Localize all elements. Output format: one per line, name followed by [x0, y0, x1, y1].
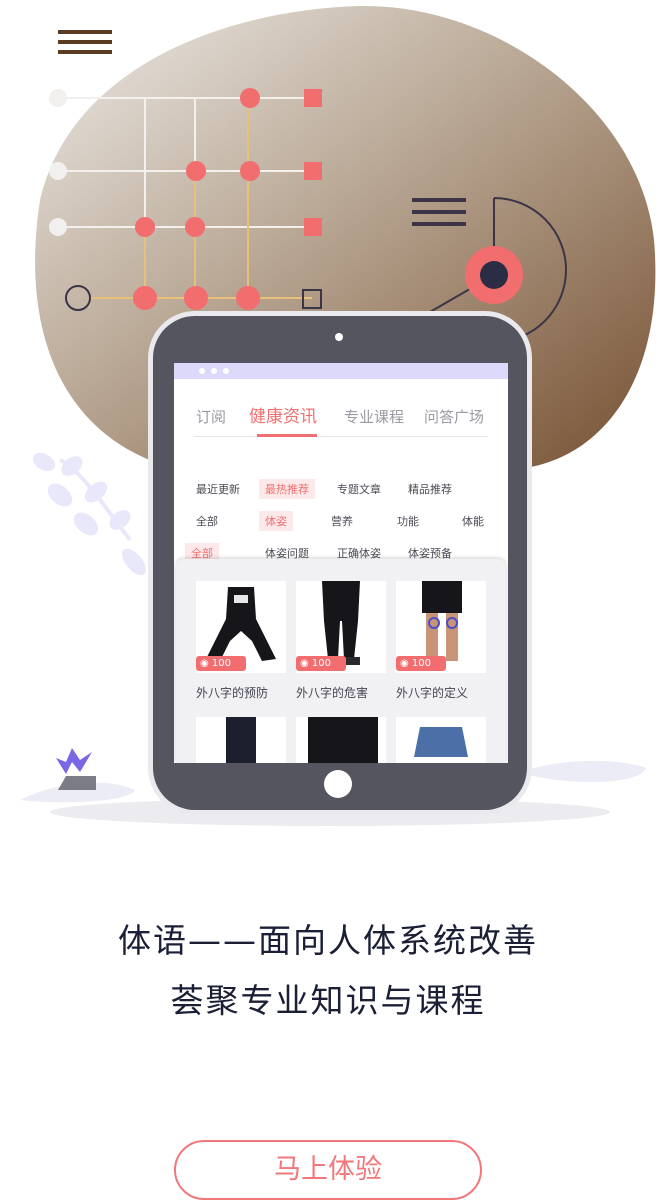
article-card[interactable]: ◉ 100 [296, 581, 386, 673]
camera-dot [335, 333, 343, 341]
eye-icon: ◉ [200, 658, 212, 669]
view-count-badge: ◉ 100 [396, 656, 446, 671]
card-title: 外八字的危害 [296, 686, 369, 700]
eye-icon: ◉ [300, 658, 312, 669]
status-bar [174, 363, 508, 379]
view-count: 100 [411, 658, 431, 669]
tab-courses[interactable]: 专业课程 [344, 406, 404, 427]
tab-divider [194, 436, 488, 437]
active-tab-indicator [257, 434, 317, 437]
view-count-badge: ◉ 100 [196, 656, 246, 671]
view-count: 100 [311, 658, 331, 669]
view-count-badge: ◉ 100 [296, 656, 346, 671]
filter-all[interactable]: 全部 [196, 513, 218, 529]
filter-fitness[interactable]: 体能 [462, 513, 484, 529]
leaf-decoration [32, 452, 146, 576]
card-image [196, 717, 286, 763]
card-title: 外八字的定义 [396, 686, 469, 700]
headline-line-1: 体语——面向人体系统改善 [118, 921, 538, 960]
card-title: 外八字的预防 [196, 686, 269, 700]
article-card[interactable] [396, 717, 486, 763]
eye-icon: ◉ [400, 658, 412, 669]
filter-hot[interactable]: 最热推荐 [259, 479, 315, 499]
card-grid: ◉ 100 ◉ 100 ◉ 100 外八字的预防 外八字的危害 外八字的定义 [176, 559, 506, 763]
card-image [396, 717, 486, 763]
headline-line-2: 荟聚专业知识与课程 [170, 981, 486, 1020]
filter-posture[interactable]: 体姿 [259, 511, 293, 531]
article-card[interactable] [196, 717, 286, 763]
article-card[interactable]: ◉ 100 [196, 581, 286, 673]
home-button [324, 770, 352, 798]
filter-nutrition[interactable]: 营养 [331, 513, 353, 529]
view-count: 100 [211, 658, 231, 669]
menu-icon [58, 30, 112, 54]
tablet-screen: 订阅 健康资讯 专业课程 问答广场 最近更新 最热推荐 专题文章 精品推荐 全部… [174, 363, 508, 763]
status-dot [223, 368, 229, 374]
filter-topics[interactable]: 专题文章 [337, 481, 381, 497]
filter-latest[interactable]: 最近更新 [196, 481, 240, 497]
filter-function[interactable]: 功能 [397, 513, 419, 529]
article-card[interactable]: ◉ 100 [396, 581, 486, 673]
tablet-mockup: 订阅 健康资讯 专业课程 问答广场 最近更新 最热推荐 专题文章 精品推荐 全部… [153, 316, 527, 810]
status-dot [211, 368, 217, 374]
try-now-button[interactable]: 马上体验 [174, 1140, 482, 1200]
tab-health-news[interactable]: 健康资讯 [249, 402, 317, 427]
status-dot [199, 368, 205, 374]
tab-subscribe[interactable]: 订阅 [196, 406, 226, 427]
article-card[interactable] [296, 717, 386, 763]
filter-featured[interactable]: 精品推荐 [408, 481, 452, 497]
card-image [296, 717, 386, 763]
tab-qa[interactable]: 问答广场 [424, 406, 484, 427]
